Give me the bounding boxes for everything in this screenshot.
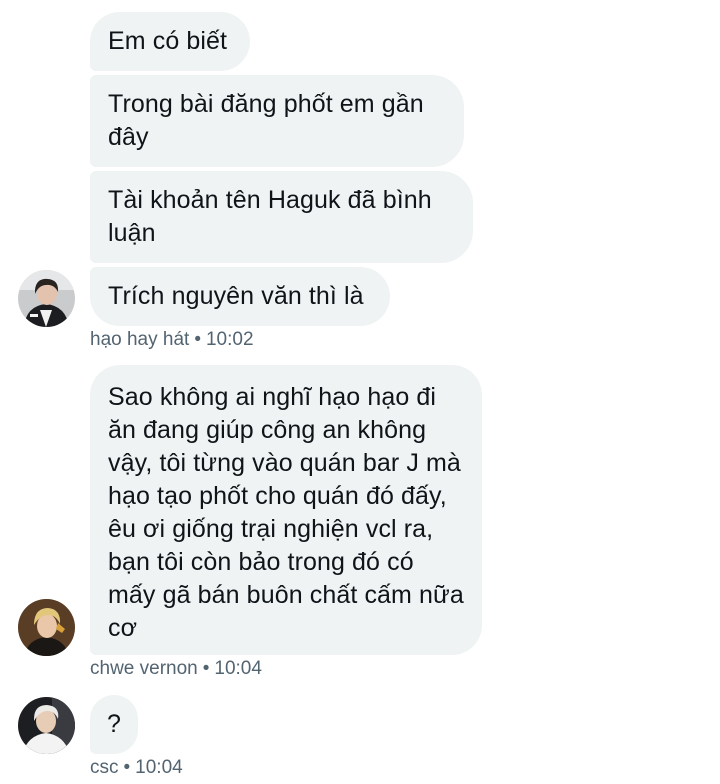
person-dark-jacket-avatar bbox=[18, 270, 75, 327]
message-time: 10:04 bbox=[135, 757, 183, 778]
message-text: ? bbox=[107, 710, 122, 738]
message-text: Tài khoản tên Haguk đã bình luận bbox=[108, 186, 432, 247]
meta-separator: • bbox=[123, 757, 131, 778]
message-text: Sao không ai nghĩ hạo hạo đi ăn đang giú… bbox=[108, 383, 464, 642]
meta-separator: • bbox=[194, 329, 201, 350]
message-meta: chwe vernon • 10:04 bbox=[90, 658, 262, 680]
person-white-shirt-avatar bbox=[18, 697, 75, 754]
dm-thread: Em có biết Trong bài đăng phốt em gần đâ… bbox=[0, 0, 720, 784]
message-time: 10:02 bbox=[205, 329, 254, 350]
message-text: Trích nguyên văn thì là bbox=[108, 282, 364, 310]
sender-name[interactable]: chwe vernon bbox=[90, 658, 198, 679]
person-blond-hair-avatar bbox=[18, 599, 75, 656]
message-bubble[interactable]: Sao không ai nghĩ hạo hạo đi ăn đang giú… bbox=[90, 365, 482, 655]
message-time: 10:04 bbox=[214, 658, 262, 679]
message-meta: csc • 10:04 bbox=[90, 757, 183, 779]
message-bubble[interactable]: ? bbox=[90, 695, 138, 754]
message-text: Trong bài đăng phốt em gần đây bbox=[108, 90, 424, 151]
message-bubble[interactable]: Trong bài đăng phốt em gần đây bbox=[90, 75, 464, 167]
sender-avatar[interactable] bbox=[18, 697, 75, 754]
sender-avatar[interactable] bbox=[18, 599, 75, 656]
message-meta: hạo hay hát • 10:02 bbox=[90, 329, 254, 351]
message-text: Em có biết bbox=[108, 27, 228, 55]
sender-name[interactable]: csc bbox=[90, 757, 119, 778]
meta-separator: • bbox=[202, 658, 210, 679]
message-bubble[interactable]: Em có biết bbox=[90, 12, 250, 71]
sender-avatar[interactable] bbox=[18, 270, 75, 327]
message-bubble[interactable]: Trích nguyên văn thì là bbox=[90, 267, 390, 326]
sender-name[interactable]: hạo hay hát bbox=[90, 329, 189, 350]
message-bubble[interactable]: Tài khoản tên Haguk đã bình luận bbox=[90, 171, 473, 263]
